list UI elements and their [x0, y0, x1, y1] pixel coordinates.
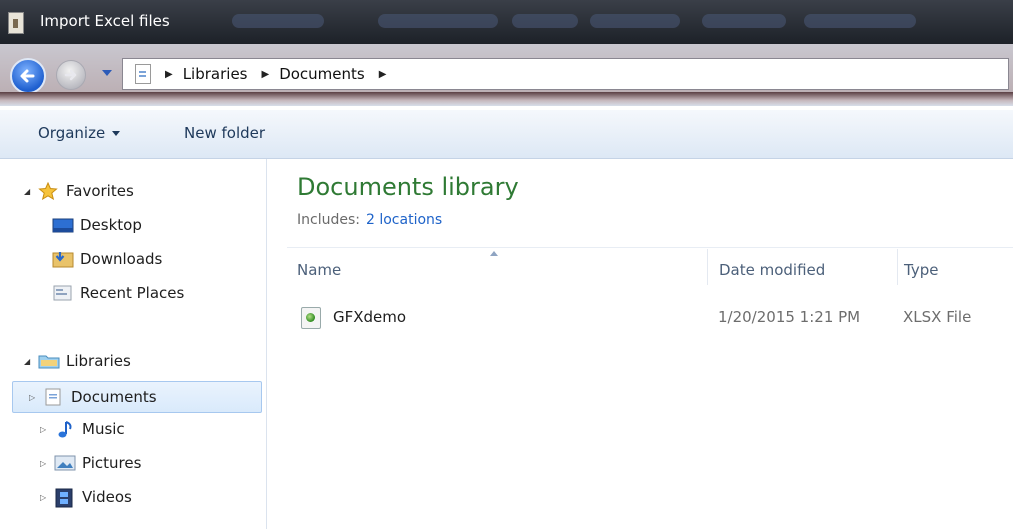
organize-button[interactable]: Organize: [38, 124, 121, 142]
collapsed-triangle-icon[interactable]: ▷: [29, 393, 39, 402]
file-date-modified: 1/20/2015 1:21 PM: [718, 308, 861, 326]
window-app-icon: [8, 12, 24, 34]
recent-places-icon: [52, 284, 72, 302]
expanded-triangle-icon[interactable]: ◢: [24, 357, 34, 366]
nav-item-label: Recent Places: [80, 284, 185, 302]
nav-item-label: Desktop: [80, 216, 142, 234]
blurred-taskbar-region: [590, 14, 680, 28]
nav-item-recent-places[interactable]: Recent Places: [52, 281, 184, 305]
breadcrumb-separator-icon[interactable]: ▶: [262, 69, 270, 80]
back-arrow-icon: [20, 69, 35, 83]
breadcrumb-documents[interactable]: Documents: [279, 65, 365, 83]
nav-libraries-label: Libraries: [66, 352, 131, 370]
address-bar-bottom-edge: [0, 92, 1013, 106]
nav-item-label: Downloads: [80, 250, 163, 268]
excel-file-icon: [301, 307, 321, 329]
blurred-taskbar-region: [232, 14, 324, 28]
desktop-icon: [52, 216, 74, 234]
blurred-taskbar-region: [378, 14, 498, 28]
blurred-taskbar-region: [702, 14, 786, 28]
file-type: XLSX File: [903, 308, 972, 326]
expanded-triangle-icon[interactable]: ◢: [24, 187, 34, 196]
blurred-taskbar-region: [512, 14, 578, 28]
column-separator[interactable]: [897, 249, 898, 285]
new-folder-button[interactable]: New folder: [184, 124, 265, 142]
command-toolbar: Organize New folder: [0, 110, 1013, 159]
breadcrumb-separator-icon[interactable]: ▶: [165, 69, 173, 80]
collapsed-triangle-icon[interactable]: ▷: [40, 493, 50, 502]
library-title: Documents library: [297, 173, 519, 201]
nav-item-label: Documents: [71, 388, 157, 406]
includes-label: Includes:: [297, 212, 360, 228]
window-title: Import Excel files: [40, 12, 170, 30]
videos-icon: [54, 488, 74, 508]
nav-libraries[interactable]: ◢ Libraries: [24, 349, 131, 373]
nav-item-pictures[interactable]: ▷ Pictures: [40, 451, 141, 475]
libraries-icon: [38, 352, 60, 370]
navigation-pane: ◢ Favorites Desktop Downloads Recent Pla…: [0, 159, 267, 529]
forward-button[interactable]: [56, 60, 86, 90]
nav-item-videos[interactable]: ▷ Videos: [40, 485, 132, 509]
nav-item-label: Music: [82, 420, 125, 438]
file-name: GFXdemo: [333, 308, 407, 326]
column-header-type[interactable]: Type: [904, 261, 938, 279]
collapsed-triangle-icon[interactable]: ▷: [40, 459, 50, 468]
column-separator[interactable]: [707, 249, 708, 285]
nav-item-label: Videos: [82, 488, 132, 506]
recent-pages-dropdown[interactable]: [102, 70, 112, 76]
file-list-pane: Documents library Includes: 2 locations N…: [267, 159, 1013, 529]
file-row[interactable]: GFXdemo 1/20/2015 1:21 PM XLSX File: [293, 305, 1013, 331]
documents-icon: [135, 64, 151, 84]
collapsed-triangle-icon[interactable]: ▷: [40, 425, 50, 434]
column-header-divider: [287, 247, 1013, 248]
column-header-date-modified[interactable]: Date modified: [719, 261, 825, 279]
favorites-star-icon: [38, 181, 58, 201]
organize-label: Organize: [38, 124, 106, 142]
locations-link[interactable]: 2 locations: [366, 212, 442, 228]
nav-favorites-label: Favorites: [66, 182, 134, 200]
address-bar-row: ▶ Libraries ▶ Documents ▶: [0, 44, 1013, 106]
nav-item-desktop[interactable]: Desktop: [52, 213, 142, 237]
music-icon: [54, 420, 74, 438]
column-header-name[interactable]: Name: [297, 261, 341, 279]
blurred-taskbar-region: [804, 14, 916, 28]
nav-item-downloads[interactable]: Downloads: [52, 247, 162, 271]
nav-item-label: Pictures: [82, 454, 142, 472]
forward-arrow-icon: [64, 69, 77, 81]
nav-favorites[interactable]: ◢ Favorites: [24, 179, 134, 203]
downloads-folder-icon: [52, 250, 74, 268]
pictures-icon: [54, 454, 76, 472]
library-includes: Includes: 2 locations: [297, 212, 442, 228]
documents-icon: [43, 388, 63, 406]
back-button[interactable]: [10, 58, 46, 94]
address-bar[interactable]: ▶ Libraries ▶ Documents ▶: [122, 58, 1009, 90]
sort-ascending-icon: [490, 251, 498, 256]
nav-item-documents[interactable]: ▷ Documents: [12, 381, 262, 413]
breadcrumb-separator-icon[interactable]: ▶: [379, 69, 387, 80]
nav-item-music[interactable]: ▷ Music: [40, 417, 125, 441]
breadcrumb-libraries[interactable]: Libraries: [183, 65, 248, 83]
title-bar: Import Excel files: [0, 0, 1013, 44]
chevron-down-icon: [112, 131, 121, 136]
